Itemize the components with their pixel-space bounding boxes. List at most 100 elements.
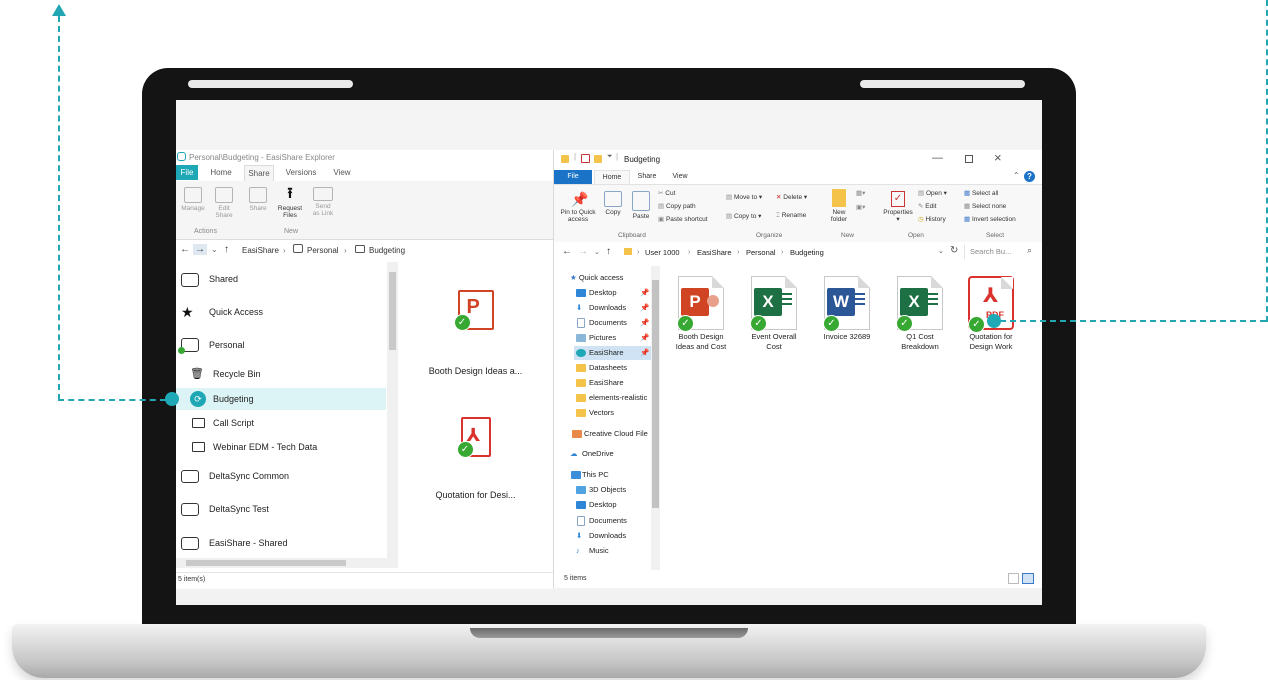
rename-button[interactable]: ⌶ Rename [776, 212, 806, 220]
move-to-button[interactable]: ▤ Move to ▾ [726, 193, 762, 201]
invert-selection-button[interactable]: ▦ Invert selection [964, 215, 1016, 223]
breadcrumb-budgeting[interactable]: Budgeting [790, 248, 824, 257]
breadcrumb-personal[interactable]: Personal [307, 246, 339, 255]
recent-locations-chevron-icon[interactable]: ⌄ [594, 248, 600, 256]
tree-item-deltasync-test[interactable]: DeltaSync Test [176, 498, 386, 520]
tab-file[interactable]: File [176, 165, 198, 180]
copy-button[interactable]: Copy [601, 191, 625, 216]
address-dropdown-icon[interactable]: ⌄ [938, 247, 944, 255]
collapse-ribbon-icon[interactable]: ⌃ [1013, 171, 1020, 180]
tab-versions[interactable]: Versions [281, 165, 321, 180]
file-item-event-overall-cost[interactable]: X ✓ Event Overall Cost [741, 276, 807, 352]
tree-vertical-scrollbar[interactable] [387, 262, 398, 562]
tree-item-recycle-bin[interactable]: 🗑 Recycle Bin [176, 363, 386, 385]
refresh-icon[interactable]: ↻ [950, 245, 958, 256]
scroll-thumb[interactable] [652, 280, 659, 508]
tab-file[interactable]: File [554, 170, 592, 184]
tree-item-deltasync-common[interactable]: DeltaSync Common [176, 465, 386, 487]
tab-view[interactable]: View [328, 165, 356, 180]
nav-item-quick-access[interactable]: ★ Quick access [570, 271, 623, 285]
breadcrumb-budgeting[interactable]: Budgeting [369, 246, 405, 255]
file-item-invoice[interactable]: W ✓ Invoice 32689 [814, 276, 880, 342]
breadcrumb-separator: › [283, 246, 286, 255]
file-item-quotation[interactable]: ⅄ ✓ Quotation for Desi... [398, 417, 553, 500]
easy-access-icon[interactable]: ▣▾ [856, 203, 865, 211]
new-item-icon[interactable]: ▦▾ [856, 189, 865, 197]
nav-item-desktop[interactable]: Desktop 📌 [574, 286, 652, 300]
tab-share[interactable]: Share [632, 170, 662, 185]
delete-button[interactable]: ✕ Delete ▾ [776, 193, 807, 201]
scroll-thumb[interactable] [186, 560, 346, 566]
breadcrumb-easishare[interactable]: EasiShare [242, 246, 279, 255]
forward-arrow-icon[interactable]: → [578, 246, 588, 257]
edit-button[interactable]: ✎ Edit [918, 202, 936, 210]
breadcrumb-easishare[interactable]: EasiShare [697, 248, 732, 257]
nav-item-documents[interactable]: Documents 📌 [574, 316, 652, 330]
search-box[interactable]: Search Bu... ⌕ [964, 245, 1039, 259]
nav-item-downloads[interactable]: ⬇ Downloads 📌 [574, 301, 652, 315]
file-item-q1-cost-breakdown[interactable]: X ✓ Q1 Cost Breakdown [887, 276, 953, 352]
paste-shortcut-button[interactable]: ▣ Paste shortcut [658, 215, 708, 223]
paste-button[interactable]: Paste [628, 191, 654, 220]
tree-item-call-script[interactable]: Call Script [176, 412, 386, 434]
copy-to-button[interactable]: ▤ Copy to ▾ [726, 212, 761, 220]
close-icon[interactable]: × [994, 150, 1002, 165]
cut-button[interactable]: ✂ Cut [658, 189, 675, 197]
tree-item-easishare-shared[interactable]: EasiShare - Shared [176, 532, 386, 554]
minimize-icon[interactable]: — [932, 152, 943, 164]
tree-item-webinar-edm[interactable]: Webinar EDM - Tech Data [176, 436, 386, 458]
details-view-icon[interactable] [1008, 573, 1019, 584]
breadcrumb-user-1000[interactable]: User 1000 [645, 248, 680, 257]
star-icon: ★ [570, 273, 577, 282]
pin-to-quick-access-button[interactable]: 📌 Pin to Quick access [558, 191, 598, 223]
forward-arrow-icon[interactable]: → [193, 244, 207, 255]
history-button[interactable]: ◷ History [918, 215, 946, 223]
properties-quick-icon[interactable] [581, 154, 590, 163]
paste-shortcut-icon: ▣ [658, 216, 665, 223]
scroll-thumb[interactable] [389, 272, 396, 350]
pictures-icon [576, 334, 586, 342]
properties-button[interactable]: ✓ Properties ▾ [880, 191, 916, 223]
connector-line [58, 399, 166, 401]
path-box[interactable]: › User 1000 › EasiShare › Personal › Bud… [620, 246, 834, 260]
group-open-label: Open [908, 232, 924, 239]
title-bar: Personal\Budgeting - EasiShare Explorer [176, 150, 553, 165]
tab-view[interactable]: View [666, 170, 694, 185]
select-none-button[interactable]: ▦ Select none [964, 202, 1006, 210]
file-item-booth-design[interactable]: P ✓ Booth Design Ideas and Cost [668, 276, 734, 352]
customize-toolbar-icon[interactable]: ⏷ [607, 153, 613, 161]
tree-item-personal[interactable]: Personal [176, 334, 386, 356]
history-chevron-icon[interactable]: ⌄ [211, 245, 218, 254]
manage-button[interactable]: Manage [178, 187, 208, 212]
tab-home[interactable]: Home [206, 165, 236, 180]
request-files-button[interactable]: ⭱ Request Files [274, 186, 306, 219]
nav-vertical-scrollbar[interactable] [651, 266, 660, 570]
send-as-link-button[interactable]: Send as Link [308, 187, 338, 217]
file-item-booth-design[interactable]: P ✓ Booth Design Ideas a... [398, 290, 553, 376]
search-input[interactable]: Search Bu... [970, 247, 1011, 256]
tree-item-shared[interactable]: Shared [176, 268, 386, 290]
nav-item-pictures[interactable]: Pictures 📌 [574, 331, 652, 345]
new-folder-button[interactable]: New folder [826, 189, 852, 223]
tab-share[interactable]: Share [244, 165, 274, 181]
new-folder-quick-icon[interactable] [594, 155, 602, 163]
group-actions-label: Actions [194, 228, 217, 235]
tree-item-budgeting[interactable]: ⟳ Budgeting [176, 388, 386, 410]
tree-horizontal-scrollbar[interactable] [176, 558, 398, 568]
up-arrow-icon[interactable]: ↑ [606, 246, 611, 257]
edit-share-button[interactable]: Edit Share [210, 187, 238, 219]
back-arrow-icon[interactable]: ← [562, 246, 572, 257]
open-button[interactable]: ▤ Open ▾ [918, 189, 947, 197]
up-arrow-icon[interactable]: ↑ [224, 244, 229, 255]
breadcrumb-personal[interactable]: Personal [746, 248, 776, 257]
nav-item-easishare-pinned[interactable]: EasiShare 📌 [574, 346, 652, 360]
help-icon[interactable]: ? [1024, 171, 1035, 182]
select-all-button[interactable]: ▦ Select all [964, 189, 998, 197]
share-button[interactable]: Share [244, 187, 272, 212]
delete-x-icon: ✕ [776, 194, 782, 201]
large-icons-view-icon[interactable] [1022, 573, 1034, 584]
maximize-icon[interactable] [965, 155, 973, 163]
copy-path-button[interactable]: ▤ Copy path [658, 202, 696, 210]
tree-item-quick-access[interactable]: ★ Quick Access [176, 301, 386, 323]
back-arrow-icon[interactable]: ← [180, 244, 190, 255]
